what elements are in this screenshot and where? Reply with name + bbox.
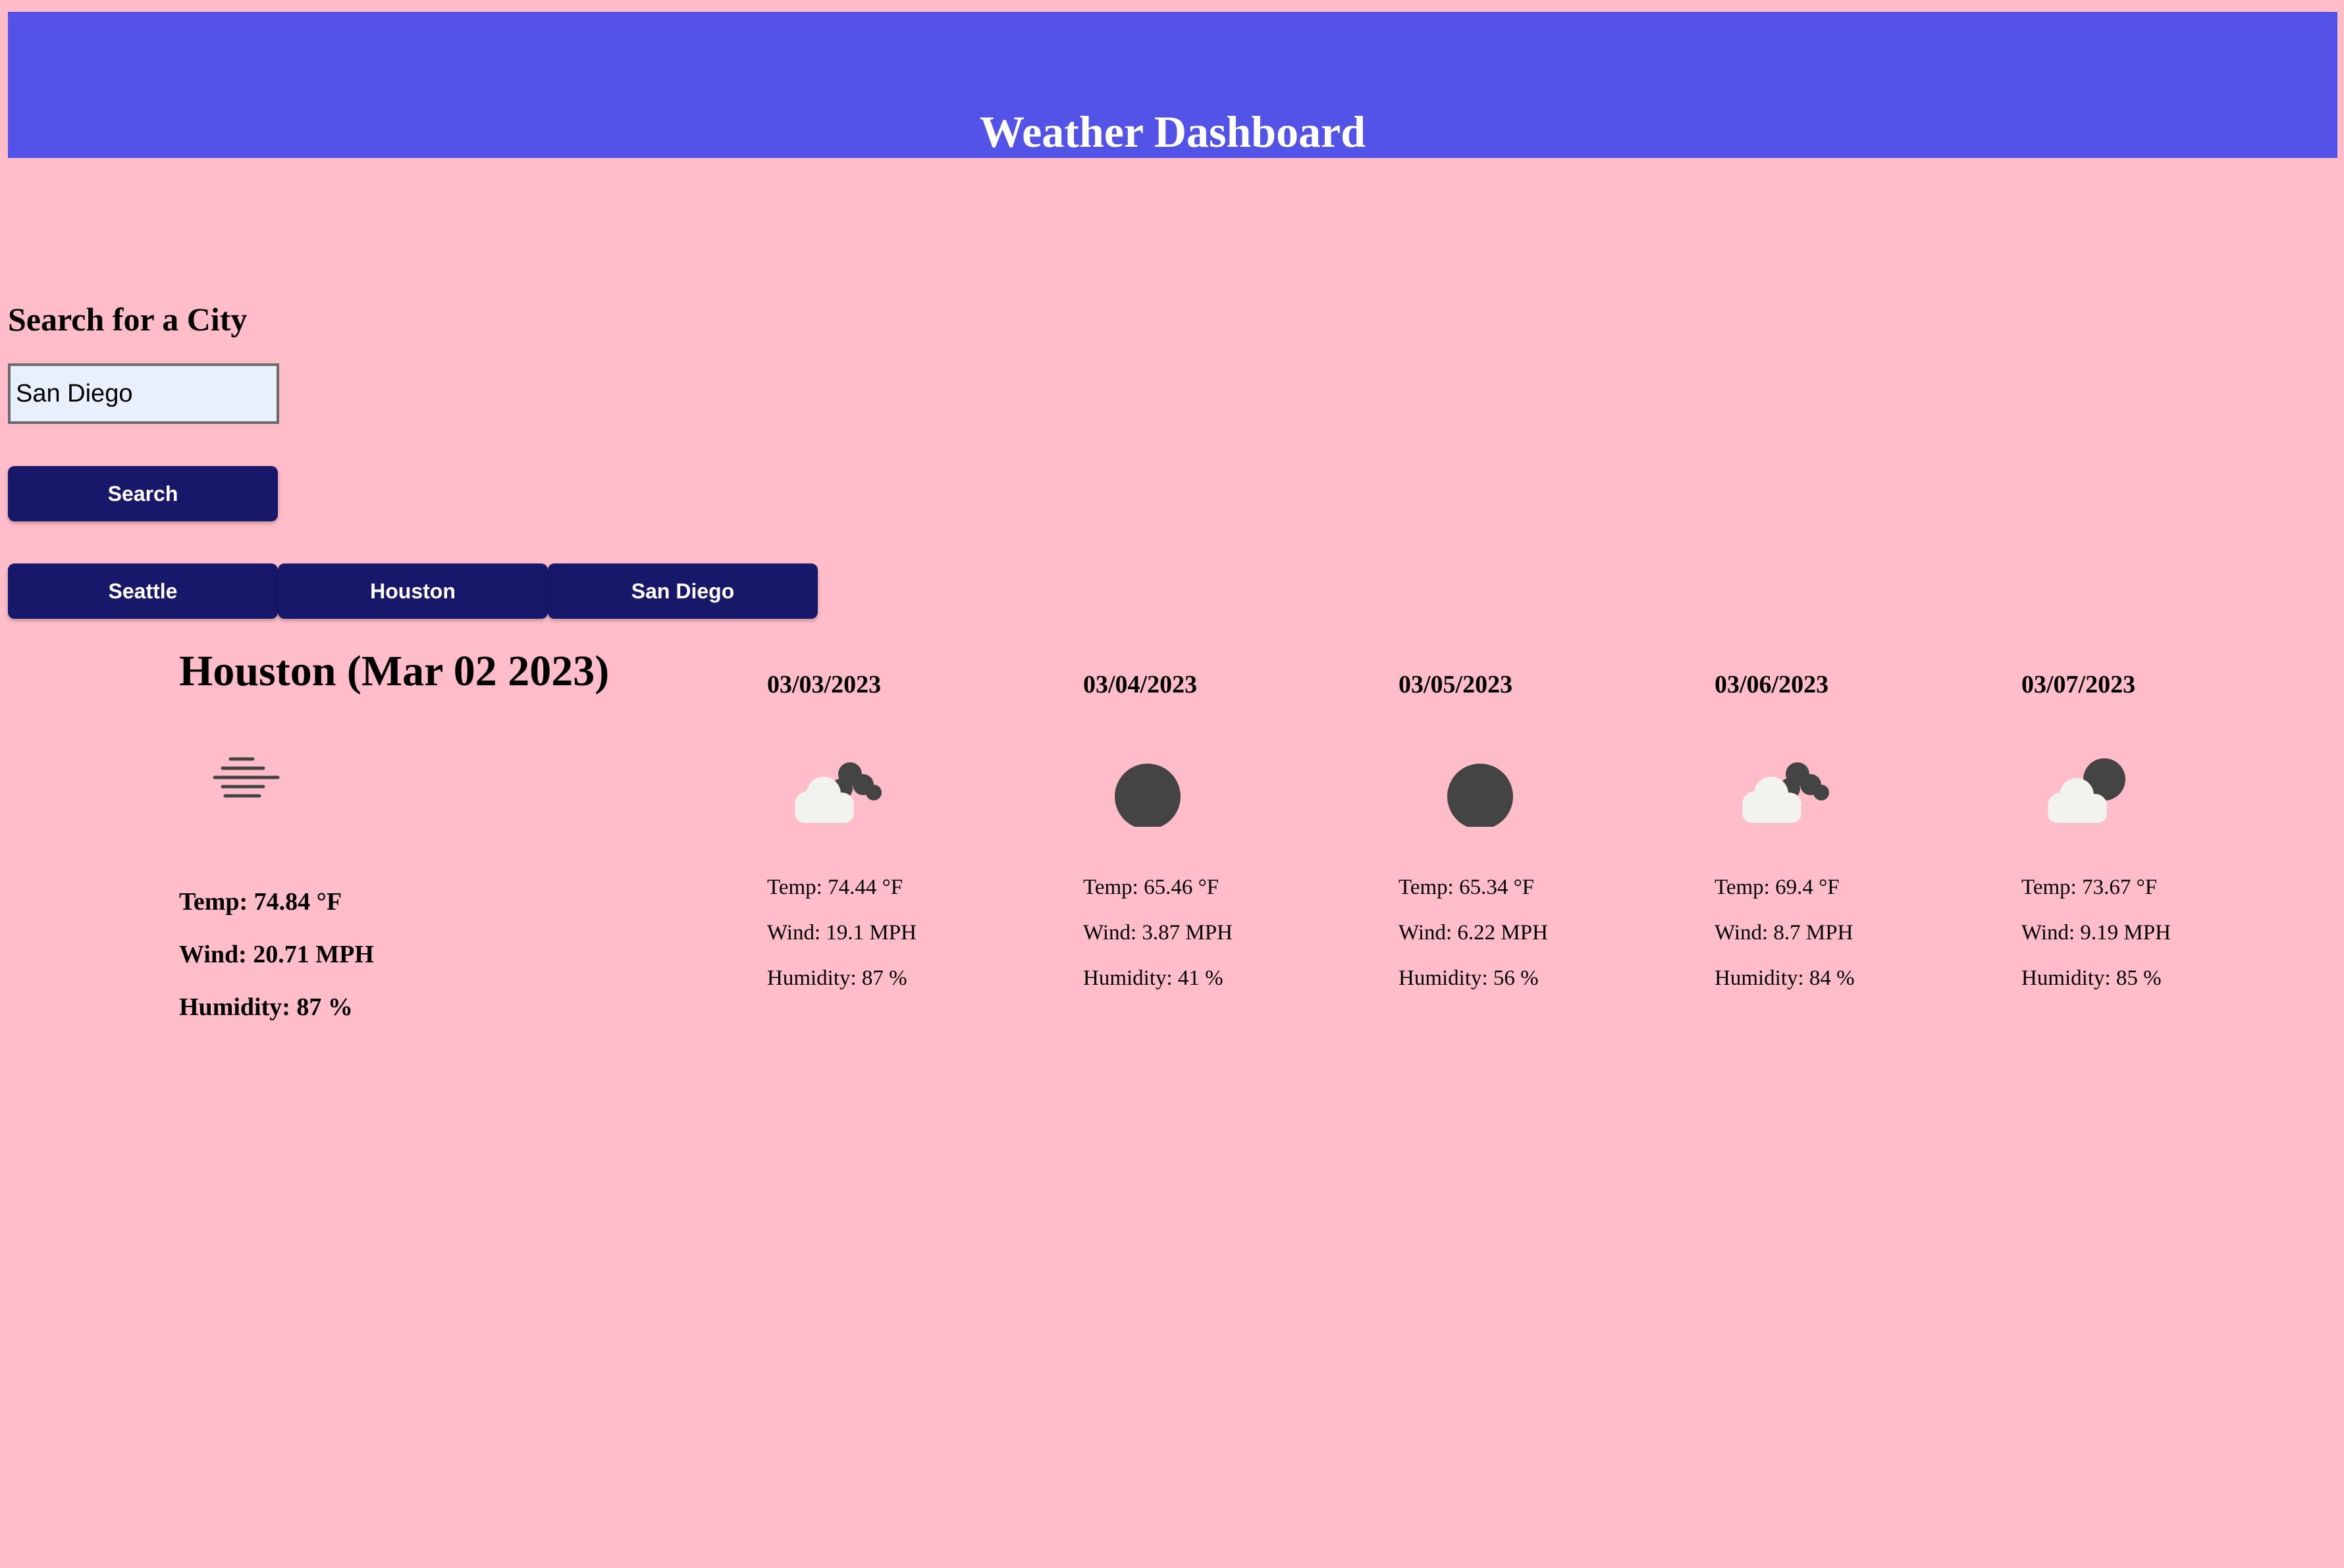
forecast-temp: Temp: 73.67 °F xyxy=(2021,875,2158,899)
page-title: Weather Dashboard xyxy=(979,107,1366,157)
broken-clouds-icon xyxy=(784,754,883,827)
forecast-wind: Wind: 8.7 MPH xyxy=(1715,921,1853,945)
forecast-temp: Temp: 65.34 °F xyxy=(1398,875,1535,899)
clear-sky-icon xyxy=(1100,754,1199,827)
current-humidity: Humidity: 87 % xyxy=(179,993,353,1021)
broken-clouds-icon xyxy=(1732,754,1830,827)
search-button[interactable]: Search xyxy=(8,466,278,521)
history-button-san-diego[interactable]: San Diego xyxy=(548,563,818,619)
forecast-day: 03/07/2023 Temp: 73.67 °F Wind: 9.19 MPH… xyxy=(2021,665,2311,990)
forecast-wind: Wind: 3.87 MPH xyxy=(1083,921,1233,945)
forecast-humidity: Humidity: 84 % xyxy=(1715,966,1855,990)
forecast-humidity: Humidity: 85 % xyxy=(2021,966,2162,990)
page-header: Weather Dashboard xyxy=(8,12,2337,158)
page: Weather Dashboard Search for a City Sear… xyxy=(0,0,2344,1568)
forecast-temp: Temp: 74.44 °F xyxy=(767,875,903,899)
forecast-humidity: Humidity: 56 % xyxy=(1398,966,1539,990)
search-heading: Search for a City xyxy=(8,301,248,338)
forecast-wind: Wind: 9.19 MPH xyxy=(2021,921,2171,945)
history-button-houston[interactable]: Houston xyxy=(278,563,548,619)
forecast-humidity: Humidity: 87 % xyxy=(767,966,907,990)
city-search-input[interactable] xyxy=(8,363,279,424)
forecast-wind: Wind: 6.22 MPH xyxy=(1398,921,1548,945)
current-wind: Wind: 20.71 MPH xyxy=(179,941,374,968)
forecast-wind: Wind: 19.1 MPH xyxy=(767,921,917,945)
mist-icon xyxy=(205,754,284,806)
forecast-day: 03/06/2023 Temp: 69.4 °F Wind: 8.7 MPH H xyxy=(1715,665,2004,990)
forecast-temp: Temp: 65.46 °F xyxy=(1083,875,1219,899)
history-button-seattle[interactable]: Seattle xyxy=(8,563,278,619)
current-weather: Houston (Mar 02 2023) Temp: 74.84 °F Win… xyxy=(179,642,706,1021)
forecast-date: 03/05/2023 xyxy=(1398,671,1513,698)
current-city-title: Houston (Mar 02 2023) xyxy=(179,647,610,695)
forecast-date: 03/07/2023 xyxy=(2021,671,2136,698)
forecast-date: 03/03/2023 xyxy=(767,671,882,698)
forecast-humidity: Humidity: 41 % xyxy=(1083,966,1223,990)
forecast-temp: Temp: 69.4 °F xyxy=(1715,875,1840,899)
clear-sky-icon xyxy=(1416,754,1514,827)
forecast-day: 03/05/2023 Temp: 65.34 °F Wind: 6.22 MPH… xyxy=(1398,665,1688,990)
forecast-date: 03/04/2023 xyxy=(1083,671,1198,698)
current-temp: Temp: 74.84 °F xyxy=(179,888,342,916)
forecast-day: 03/04/2023 Temp: 65.46 °F Wind: 3.87 MPH… xyxy=(1083,665,1373,990)
few-clouds-icon xyxy=(2038,754,2137,827)
forecast-date: 03/06/2023 xyxy=(1715,671,1829,698)
forecast-day: 03/03/2023 Temp: 74.44 °F Wind: 19.1 MPH xyxy=(767,665,1057,990)
